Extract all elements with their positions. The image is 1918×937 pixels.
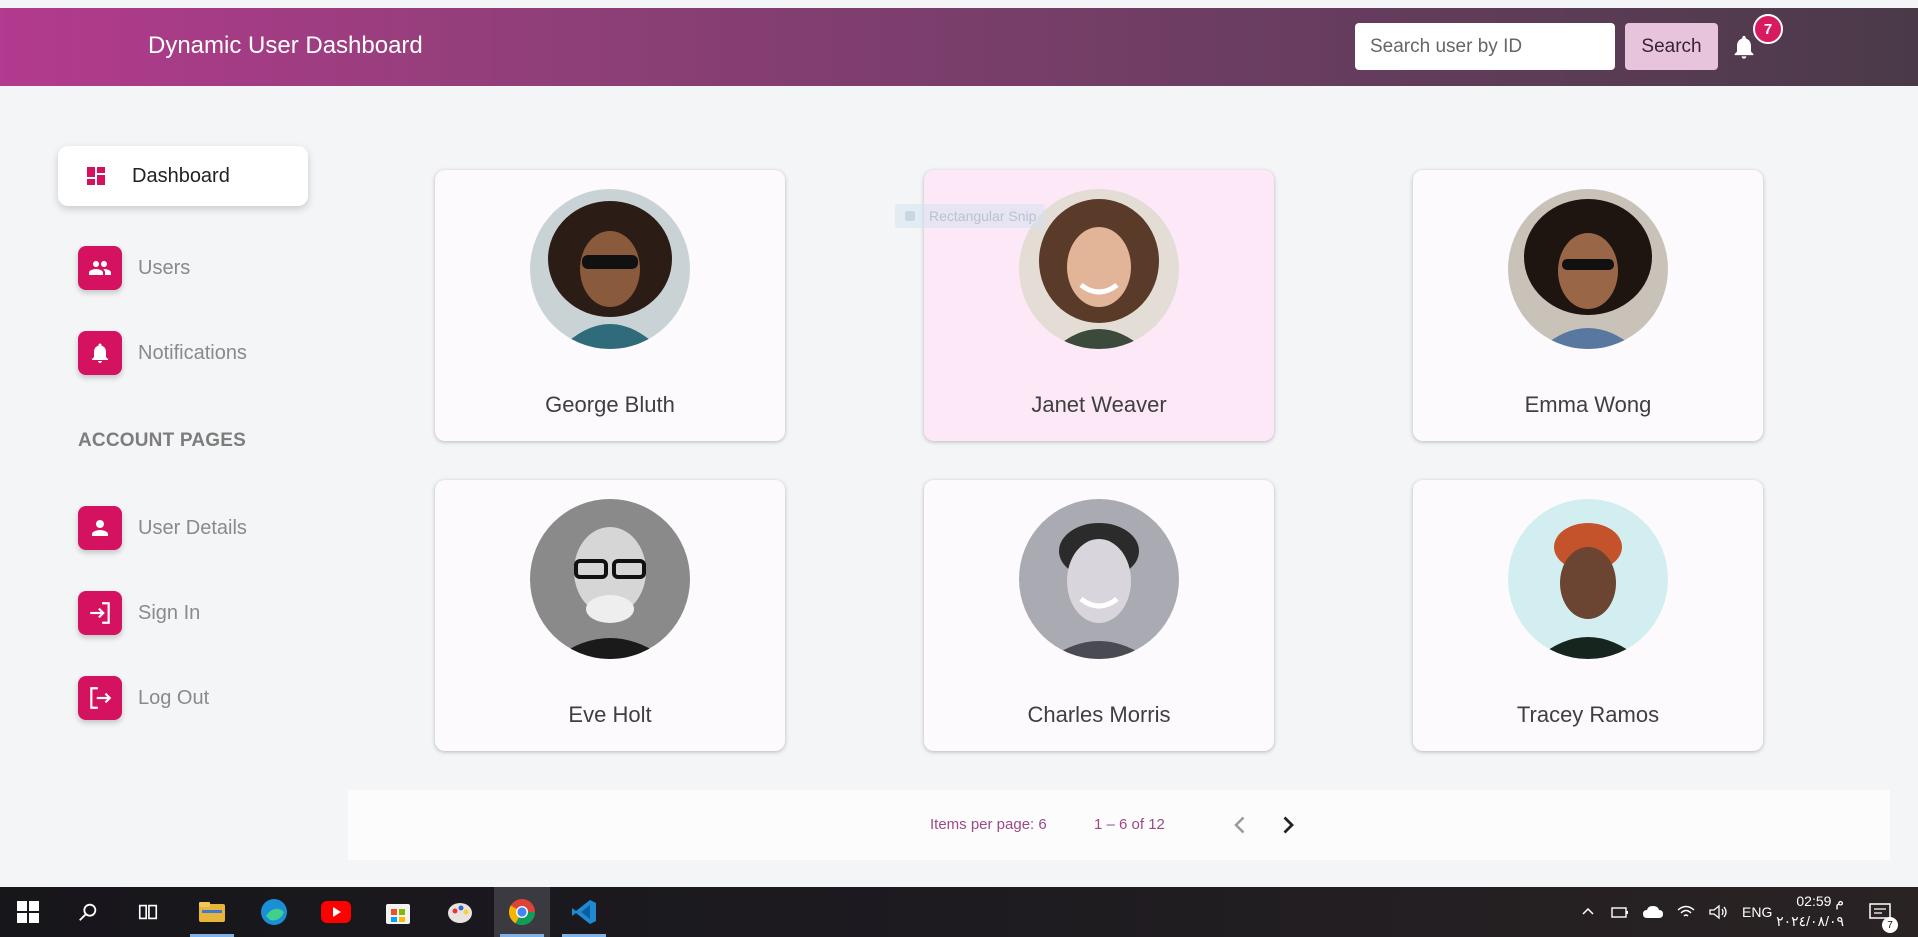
sidebar-item-sign-in[interactable]: Sign In — [78, 591, 200, 635]
previous-page-icon[interactable] — [1226, 810, 1256, 840]
language-indicator[interactable]: ENG — [1742, 904, 1772, 920]
cloud-icon[interactable] — [1642, 904, 1664, 920]
notification-bell-icon[interactable] — [1730, 32, 1758, 62]
avatar — [1508, 189, 1668, 349]
search-icon[interactable] — [60, 887, 116, 937]
sidebar-item-label: User Details — [138, 516, 247, 539]
sidebar-item-label: Notifications — [138, 341, 247, 364]
user-name: Eve Holt — [568, 702, 652, 727]
user-card[interactable]: George Bluth — [435, 170, 785, 441]
notification-count-badge: 7 — [1882, 917, 1898, 933]
sidebar-item-users[interactable]: Users — [78, 246, 190, 290]
file-explorer-icon[interactable] — [184, 887, 240, 937]
sign-in-icon — [78, 591, 122, 635]
user-name: Emma Wong — [1524, 392, 1652, 417]
user-card[interactable]: Emma Wong — [1413, 170, 1763, 441]
person-icon — [78, 506, 122, 550]
search-input[interactable] — [1355, 23, 1615, 70]
items-per-page-label[interactable]: Items per page: 6 — [930, 816, 1047, 833]
chevron-up-icon[interactable] — [1580, 904, 1596, 920]
bell-icon — [78, 331, 122, 375]
avatar — [1019, 499, 1179, 659]
notification-badge: 7 — [1753, 14, 1783, 44]
user-name: Janet Weaver — [1031, 392, 1167, 417]
snip-icon — [905, 211, 915, 221]
task-view-icon[interactable] — [120, 887, 176, 937]
battery-icon[interactable] — [1610, 904, 1630, 920]
sidebar-item-label: Sign In — [138, 601, 201, 624]
avatar — [1508, 499, 1668, 659]
sidebar-item-label: Users — [138, 256, 191, 279]
snip-tooltip-ghost: Rectangular Snip — [895, 204, 1045, 228]
volume-icon[interactable] — [1708, 904, 1728, 920]
paint-icon[interactable] — [432, 887, 488, 937]
sidebar-item-log-out[interactable]: Log Out — [78, 676, 209, 720]
user-card[interactable]: Charles Morris — [924, 480, 1274, 751]
user-card[interactable]: Tracey Ramos — [1413, 480, 1763, 751]
dashboard-icon — [87, 167, 105, 185]
youtube-icon[interactable] — [308, 887, 364, 937]
store-icon[interactable] — [370, 887, 426, 937]
next-page-icon[interactable] — [1272, 810, 1302, 840]
sidebar: Dashboard Users Notifications ACCOUNT PA… — [0, 86, 330, 886]
sidebar-item-dashboard[interactable]: Dashboard — [58, 146, 308, 206]
pagination-bar: Items per page: 6 1 – 6 of 12 — [348, 790, 1890, 860]
app-header: Dynamic User Dashboard Search 7 — [0, 8, 1918, 86]
sidebar-item-user-details[interactable]: User Details — [78, 506, 247, 550]
chrome-icon[interactable] — [494, 887, 550, 937]
user-name: Charles Morris — [1027, 702, 1171, 727]
system-tray: ENG — [1580, 887, 1772, 937]
users-icon — [78, 246, 122, 290]
log-out-icon — [78, 676, 122, 720]
search-button[interactable]: Search — [1625, 23, 1718, 70]
user-name: George Bluth — [545, 392, 675, 417]
avatar — [530, 499, 690, 659]
vscode-icon[interactable] — [556, 887, 612, 937]
avatar — [530, 189, 690, 349]
user-card[interactable]: Eve Holt — [435, 480, 785, 751]
snip-tooltip-text: Rectangular Snip — [929, 208, 1037, 224]
taskbar-clock[interactable]: 02:59 م ٢٠٢٤/٠٨/٠٩ — [1774, 891, 1844, 931]
top-strip — [0, 0, 1918, 8]
page-range-label: 1 – 6 of 12 — [1094, 816, 1165, 833]
sidebar-item-label: Log Out — [138, 686, 210, 709]
section-title-account-pages: ACCOUNT PAGES — [78, 430, 246, 451]
sidebar-item-label: Dashboard — [132, 164, 230, 187]
clock-date: ٢٠٢٤/٠٨/٠٩ — [1776, 913, 1844, 929]
app-title: Dynamic User Dashboard — [148, 32, 423, 59]
action-center[interactable]: 7 — [1868, 887, 1898, 937]
windows-taskbar: ENG 02:59 م ٢٠٢٤/٠٨/٠٩ 7 — [0, 887, 1918, 937]
clock-time: 02:59 م — [1796, 893, 1844, 909]
wifi-icon[interactable] — [1676, 904, 1696, 920]
windows-start-icon[interactable] — [0, 887, 56, 937]
sidebar-item-notifications[interactable]: Notifications — [78, 331, 247, 375]
edge-icon[interactable] — [246, 887, 302, 937]
user-name: Tracey Ramos — [1516, 702, 1660, 727]
